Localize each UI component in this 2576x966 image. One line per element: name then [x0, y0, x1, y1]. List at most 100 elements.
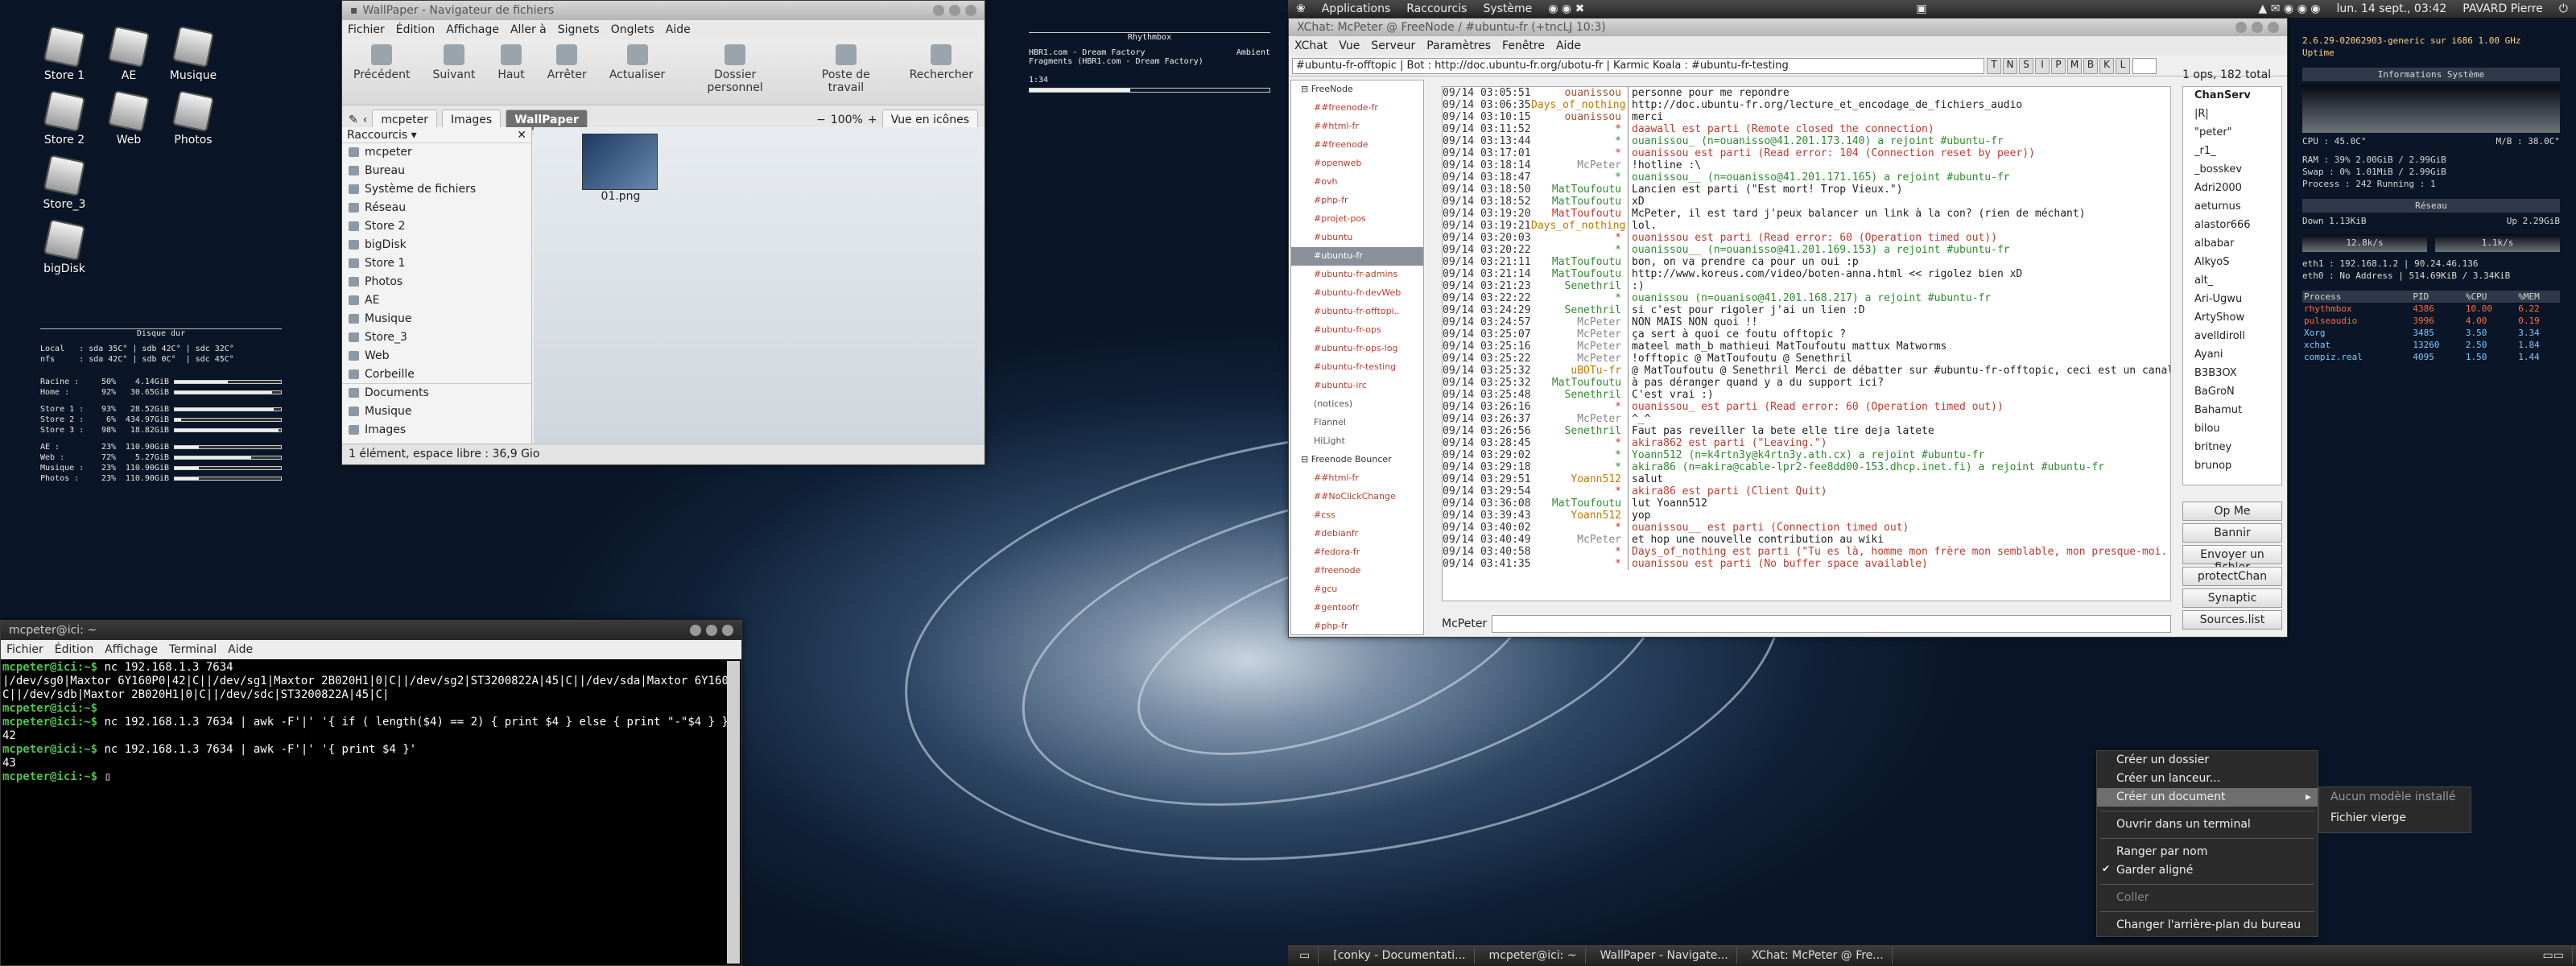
sidebar-item[interactable]: Bureau — [342, 162, 531, 180]
sidebar-item[interactable]: Système de fichiers — [342, 180, 531, 199]
topic-field[interactable]: #ubuntu-fr-offtopic | Bot : http://doc.u… — [1292, 57, 1984, 74]
terminal-scrollbar[interactable] — [727, 661, 740, 964]
channel-tree-item[interactable]: ##NoClickChange — [1291, 488, 1423, 506]
channel-tree-item[interactable]: #php-fr — [1291, 192, 1423, 210]
sidebar-item[interactable]: Réseau — [342, 199, 531, 217]
foot-icon[interactable]: ❀ — [1288, 2, 1314, 15]
menu-places[interactable]: Raccourcis — [1398, 2, 1475, 15]
menu-item[interactable]: Édition — [390, 23, 440, 36]
user-list-item[interactable]: Adri2000 — [2183, 180, 2281, 198]
channel-tree-item[interactable]: #ubuntu-fr — [1291, 247, 1423, 266]
channel-mode-toggle[interactable]: L — [2116, 57, 2130, 74]
sidebar-item[interactable]: bigDisk — [342, 236, 531, 254]
context-menu-item[interactable]: Garder aligné — [2097, 861, 2318, 880]
channel-tree-item[interactable]: #freenode — [1291, 562, 1423, 580]
menu-applications[interactable]: Applications — [1314, 2, 1399, 15]
channel-mode-toggle[interactable]: T — [1987, 57, 2001, 74]
display-icon[interactable]: ▣ — [1908, 2, 1934, 15]
context-menu-item[interactable]: Changer l'arrière-plan du bureau — [2097, 916, 2318, 935]
user-list-item[interactable]: BaGroN — [2183, 383, 2281, 402]
taskbar-button[interactable]: WallPaper - Navigate... — [1592, 947, 1737, 964]
sidebar-item[interactable]: Web — [342, 347, 531, 365]
sidebar-item[interactable]: mcpeter — [342, 143, 531, 162]
user-list-item[interactable]: Ari-Ugwu — [2183, 291, 2281, 309]
channel-tree-item[interactable]: #ubuntu-fr-offtopi.. — [1291, 303, 1423, 321]
close-button[interactable] — [722, 625, 733, 636]
close-button[interactable] — [2268, 22, 2279, 33]
menu-item[interactable]: Aide — [660, 23, 696, 36]
drive-icon[interactable] — [43, 89, 86, 133]
sidebar-item[interactable]: Store 1 — [342, 254, 531, 273]
user-list-item[interactable]: avelldiroll — [2183, 328, 2281, 346]
user-list-item[interactable]: Bahamut — [2183, 402, 2281, 420]
user-list-item[interactable]: B3B3OX — [2183, 365, 2281, 383]
nick-button[interactable]: McPeter — [1442, 617, 1487, 630]
channel-tree-item[interactable]: ⊟ FreeNode — [1291, 80, 1423, 99]
minimize-button[interactable] — [690, 625, 701, 636]
menu-item[interactable]: Fichier — [1, 643, 49, 656]
channel-tree-item[interactable]: #css — [1291, 506, 1423, 525]
menu-item[interactable]: Onglets — [605, 23, 660, 36]
desktop-icon[interactable]: Photos — [153, 89, 233, 147]
toolbar-button[interactable]: Arrêter — [536, 44, 598, 81]
user-list-item[interactable]: AlkyoS — [2183, 254, 2281, 272]
context-menu-item[interactable]: Ranger par nom — [2097, 843, 2318, 861]
maximize-button[interactable] — [706, 625, 717, 636]
user-list-item[interactable]: |R| — [2183, 105, 2281, 124]
maximize-button[interactable] — [2252, 22, 2263, 33]
menu-item[interactable]: Affichage — [99, 643, 163, 656]
userlist-button[interactable]: Op Me — [2182, 502, 2282, 521]
channel-tree-item[interactable]: #php-fr — [1291, 617, 1423, 634]
drive-icon[interactable] — [107, 89, 151, 133]
channel-mode-toggle[interactable]: P — [2051, 57, 2066, 74]
channel-tree-item[interactable]: HiLight — [1291, 432, 1423, 451]
sidebar-item[interactable]: Store 2 — [342, 217, 531, 236]
sidebar-header[interactable]: Raccourcis ▾ ✕ — [342, 127, 531, 143]
channel-tree-item[interactable]: #ovh — [1291, 173, 1423, 192]
drive-icon[interactable] — [43, 218, 86, 262]
edit-location-icon[interactable]: ✎ — [349, 114, 358, 126]
channel-mode-toggle[interactable]: K — [2099, 57, 2114, 74]
channel-tree-item[interactable]: #gcu — [1291, 580, 1423, 599]
tray-icons[interactable]: ▲ ✉ ◉ ◉ ◉ — [2251, 2, 2329, 15]
channel-tree-item[interactable]: #ubuntu-irc — [1291, 377, 1423, 395]
context-menu-item[interactable]: Créer un dossier — [2097, 751, 2318, 770]
toolbar-button[interactable]: Rechercher — [898, 44, 985, 81]
channel-tree-item[interactable]: #gentoofr — [1291, 599, 1423, 617]
user-name[interactable]: PAVARD Pierre — [2454, 2, 2551, 15]
xchat-titlebar[interactable]: XChat: McPeter @ FreeNode / #ubuntu-fr (… — [1289, 19, 2287, 36]
file-view[interactable]: 01.png — [534, 127, 985, 445]
channel-tree-item[interactable]: ##freenode — [1291, 136, 1423, 155]
drive-icon[interactable] — [43, 25, 86, 68]
channel-tree-item[interactable]: ##html-fr — [1291, 118, 1423, 136]
channel-tree-item[interactable]: #ubuntu-fr-ops — [1291, 321, 1423, 340]
userlist-button[interactable]: Sources.list — [2182, 610, 2282, 630]
menu-item[interactable]: Édition — [49, 643, 99, 656]
channel-mode-toggle[interactable]: S — [2019, 57, 2033, 74]
terminal-titlebar[interactable]: mcpeter@ici: ~ — [1, 621, 741, 640]
userlist-button[interactable]: Envoyer un fichier — [2182, 545, 2282, 574]
minimize-button[interactable] — [933, 5, 944, 16]
sidebar-item[interactable]: Images — [342, 421, 531, 440]
context-menu-item[interactable]: Ouvrir dans un terminal — [2097, 815, 2318, 834]
user-list-item[interactable]: alastor666 — [2183, 217, 2281, 235]
channel-tree-item[interactable]: #fedora-fr — [1291, 543, 1423, 562]
launcher-icons[interactable]: ◉ ◉ ✖ — [1540, 2, 1592, 15]
message-input[interactable] — [1492, 615, 2171, 633]
userlist-button[interactable]: Bannir — [2182, 523, 2282, 543]
channel-mode-toggle[interactable]: N — [2003, 57, 2017, 74]
channel-tree-item[interactable]: #ubuntu-fr-admins — [1291, 266, 1423, 284]
power-icon[interactable]: ⏻ — [2551, 2, 2576, 15]
show-desktop-icon[interactable]: ▭ — [1291, 947, 1319, 964]
limit-field[interactable] — [2132, 57, 2157, 74]
file-browser-titlebar[interactable]: ▪ WallPaper - Navigateur de fichiers — [342, 1, 985, 20]
taskbar-button[interactable]: [conky - Documentati... — [1325, 947, 1475, 964]
close-button[interactable] — [965, 5, 976, 16]
user-list-item[interactable]: britney — [2183, 439, 2281, 457]
channel-tree-item[interactable]: #ubuntu-fr-ops-log — [1291, 340, 1423, 358]
channel-tree-item[interactable]: ##html-fr — [1291, 469, 1423, 488]
zoom-out-icon[interactable]: − — [816, 114, 826, 126]
user-list-item[interactable]: brunop — [2183, 457, 2281, 476]
toolbar-button[interactable]: Actualiser — [598, 44, 676, 81]
channel-tree-item[interactable]: #ubuntu-fr-devWeb — [1291, 284, 1423, 303]
